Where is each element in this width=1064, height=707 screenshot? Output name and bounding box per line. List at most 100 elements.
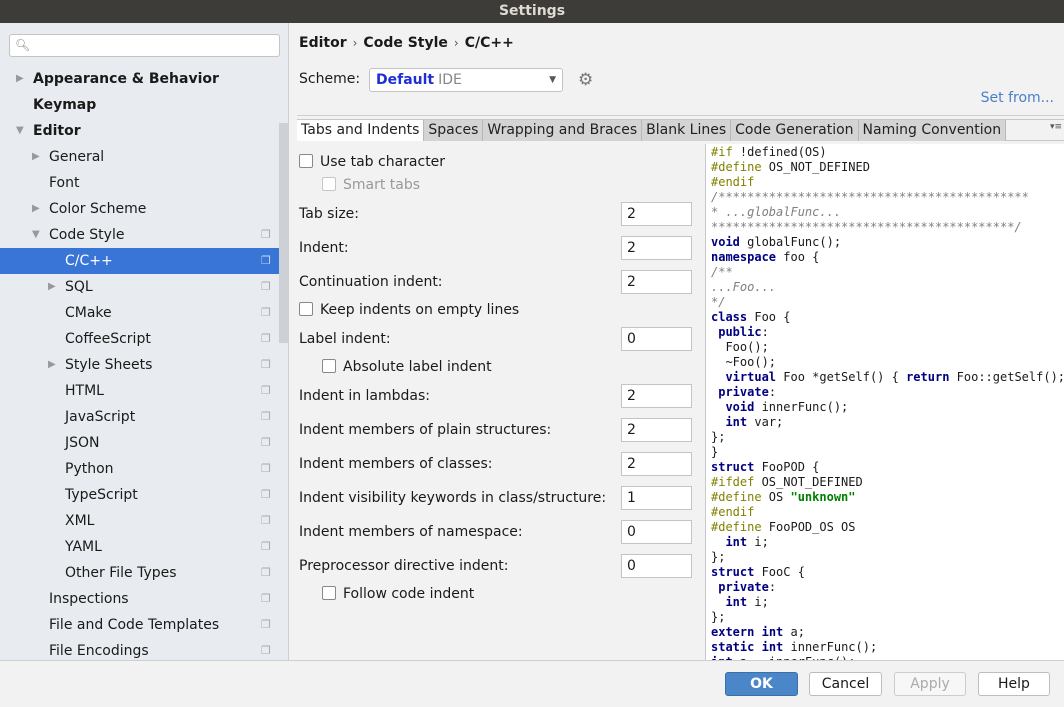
project-scope-copy-icon: ❐ [261,280,271,293]
project-scope-copy-icon: ❐ [261,306,271,319]
checkbox[interactable] [322,177,336,191]
scheme-dropdown[interactable]: Default IDE ▼ [369,68,563,92]
sidebar-item-label: General [49,149,105,165]
expanded-arrow-icon[interactable]: ▼ [32,222,40,248]
tab[interactable]: Wrapping and Braces [483,120,643,141]
number-input[interactable]: 1 [621,486,692,510]
sidebar-item-label: Inspections [49,591,129,607]
collapsed-arrow-icon[interactable]: ▶ [48,274,56,300]
number-input[interactable]: 0 [621,327,692,351]
number-input[interactable]: 0 [621,520,692,544]
sidebar-item[interactable]: CMake ❐ [0,300,279,326]
code-line: #define OS "unknown" [711,490,856,504]
project-scope-copy-icon: ❐ [261,514,271,527]
sidebar-item[interactable]: JavaScript ❐ [0,404,279,430]
sidebar-item[interactable]: TypeScript ❐ [0,482,279,508]
checkbox-option[interactable]: Smart tabs [322,177,420,193]
tab-bar: Tabs and Indents Spaces Wrapping and Brace… [297,119,1064,141]
sidebar-item[interactable]: XML ❐ [0,508,279,534]
ok-button[interactable]: OK [725,672,798,696]
option-label-text: Preprocessor directive indent: [299,558,509,574]
sidebar-item[interactable]: HTML ❐ [0,378,279,404]
number-input[interactable]: 2 [621,418,692,442]
sidebar-item[interactable]: C/C++ ❐ [0,248,279,274]
number-input[interactable]: 2 [621,384,692,408]
sidebar-item[interactable]: JSON ❐ [0,430,279,456]
code-line: namespace foo { [711,250,820,264]
checkbox-option[interactable]: Follow code indent [322,586,474,602]
project-scope-copy-icon: ❐ [261,384,271,397]
project-scope-copy-icon: ❐ [261,488,271,501]
apply-button[interactable]: Apply [894,672,966,696]
sidebar-item[interactable]: ▶ Appearance & Behavior [0,66,279,92]
option-label-text: Indent visibility keywords in class/stru… [299,490,607,506]
settings-search-input[interactable]: 🔍︎ [9,34,280,57]
sidebar-item[interactable]: ▼ Editor [0,118,279,144]
sidebar-item[interactable]: Inspections ❐ [0,586,279,612]
code-line: /** [711,265,733,279]
sidebar-item[interactable]: YAML ❐ [0,534,279,560]
chevron-down-icon: ▼ [549,75,556,85]
breadcrumb-code-style[interactable]: Code Style [363,35,447,51]
sidebar-item[interactable]: Other File Types ❐ [0,560,279,586]
collapsed-arrow-icon[interactable]: ▶ [48,352,56,378]
sidebar-item[interactable]: ▶ Style Sheets ❐ [0,352,279,378]
sidebar-item[interactable]: ▶ General [0,144,279,170]
sidebar-item[interactable]: Keymap [0,92,279,118]
number-input[interactable]: 2 [621,452,692,476]
number-input[interactable]: 2 [621,270,692,294]
cancel-button[interactable]: Cancel [809,672,882,696]
sidebar-item[interactable]: ▶ SQL ❐ [0,274,279,300]
tab-overflow-icon[interactable]: ▾≡ [1050,122,1062,132]
option-label-text: Indent in lambdas: [299,388,430,404]
option-label-text: Keep indents on empty lines [320,302,520,318]
checkbox-option[interactable]: Absolute label indent [322,359,492,375]
code-line: ...Foo... [711,280,777,294]
code-line: } [711,445,719,459]
tab[interactable]: Code Generation [731,120,859,141]
checkbox[interactable] [299,154,313,168]
collapsed-arrow-icon[interactable]: ▶ [16,66,24,92]
number-input[interactable]: 2 [621,236,692,260]
help-button[interactable]: Help [978,672,1050,696]
expanded-arrow-icon[interactable]: ▼ [16,118,24,144]
checkbox-option[interactable]: Keep indents on empty lines [299,302,519,318]
breadcrumb-editor[interactable]: Editor [299,35,347,51]
gear-icon[interactable]: ⚙ [578,70,593,90]
sidebar-item[interactable]: Font [0,170,279,196]
checkbox[interactable] [299,302,313,316]
set-from-link[interactable]: Set from... [981,90,1054,106]
code-line: }; [711,430,726,444]
sidebar-item-label: JSON [65,435,100,451]
tab[interactable]: Blank Lines [642,120,732,141]
sidebar-item[interactable]: ▶ Color Scheme [0,196,279,222]
collapsed-arrow-icon[interactable]: ▶ [32,144,40,170]
code-line: #ifdef OS_NOT_DEFINED [711,475,863,489]
sidebar-item-label: Font [49,175,80,191]
tab[interactable]: Tabs and Indents [297,120,425,141]
project-scope-copy-icon: ❐ [261,540,271,553]
sidebar-item-label: Color Scheme [49,201,147,217]
checkbox[interactable] [322,586,336,600]
collapsed-arrow-icon[interactable]: ▶ [32,196,40,222]
tab[interactable]: Naming Convention [858,120,1007,141]
tab[interactable]: Spaces [424,120,484,141]
code-line: ~Foo(); [711,355,777,369]
number-input[interactable]: 0 [621,554,692,578]
checkbox[interactable] [322,359,336,373]
sidebar-item[interactable]: ▼ Code Style ❐ [0,222,279,248]
checkbox-option[interactable]: Use tab character [299,154,445,170]
project-scope-copy-icon: ❐ [261,228,271,241]
project-scope-copy-icon: ❐ [261,618,271,631]
sidebar-item-label: HTML [65,383,104,399]
sidebar-item[interactable]: File and Code Templates ❐ [0,612,279,638]
code-line: */ [711,295,726,309]
sidebar-scrollbar[interactable] [279,123,288,343]
sidebar-item-label: YAML [65,539,102,555]
sidebar-item[interactable]: Python ❐ [0,456,279,482]
sidebar-item[interactable]: CoffeeScript ❐ [0,326,279,352]
code-preview: #if !defined(OS) #define OS_NOT_DEFINED … [705,144,1064,660]
project-scope-copy-icon: ❐ [261,358,271,371]
number-input[interactable]: 2 [621,202,692,226]
code-line: struct FooPOD { [711,460,820,474]
